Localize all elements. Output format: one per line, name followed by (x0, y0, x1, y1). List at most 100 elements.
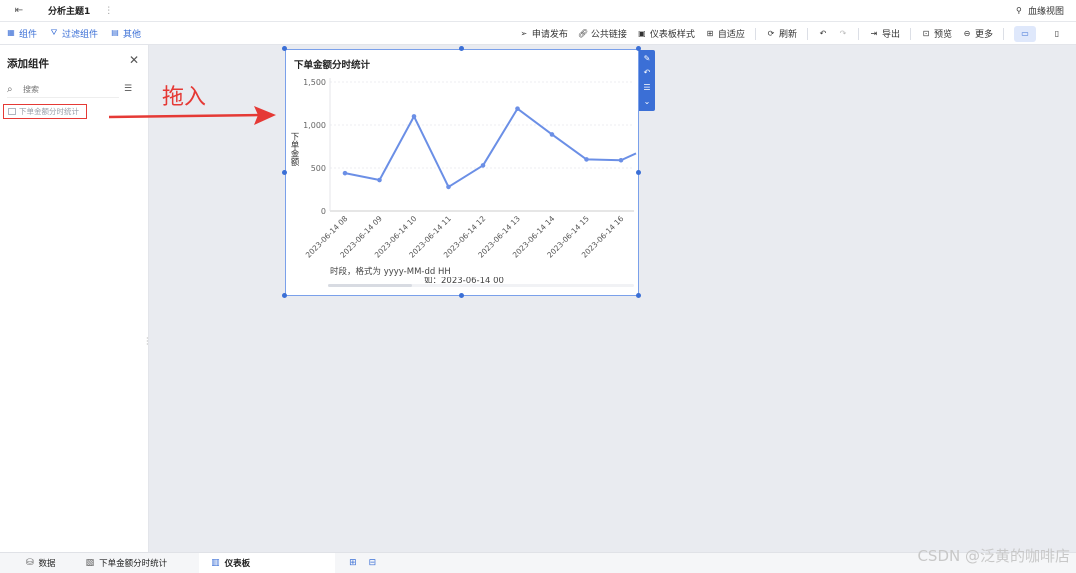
preview-button[interactable]: ⊡ 预览 (921, 27, 952, 41)
sort-filter-icon[interactable]: ☰ (124, 84, 136, 96)
more-button[interactable]: ⊖ 更多 (962, 27, 993, 41)
dashboard-style-button[interactable]: ▣ 仪表板样式 (637, 27, 695, 41)
preview-icon: ⊡ (922, 28, 930, 38)
resize-handle-b[interactable] (459, 293, 464, 298)
chart-widget[interactable]: 下单金额分时统计 0 500 1,000 1,500 下单金额 2023-06-14 08… (285, 49, 639, 296)
lineage-label: 血缘视图 (1027, 7, 1064, 17)
panel-resize-handle[interactable]: · · · (146, 335, 149, 349)
tab-dashboard[interactable]: ▥ 仪表板 (199, 552, 336, 573)
resize-handle-l[interactable] (282, 170, 287, 175)
annotation-arrow (108, 106, 276, 125)
component-label: 组件 (19, 29, 38, 40)
lineage-view-button[interactable]: ⚲ 血缘视图 (1014, 4, 1064, 18)
resize-handle-tl[interactable] (282, 46, 287, 51)
add-dashboard-icon[interactable]: ⊟ (369, 558, 377, 568)
edit-icon[interactable]: ✎ (641, 53, 653, 65)
adapt-icon: ⊞ (706, 28, 714, 38)
bottom-bar: ⛁ 数据 ▧ 下单金额分时统计 ▥ 仪表板 ⊞ ⊟ (0, 552, 1076, 573)
line-chart: 05001,0001,500下单金额2023-06-14 082023-06-1… (289, 78, 637, 260)
divider (754, 27, 756, 40)
redo-icon[interactable]: ↷ (838, 29, 848, 39)
adaptive-button[interactable]: ⊞ 自适应 (705, 27, 745, 41)
tab-chart-label: 下单金额分时统计 (99, 559, 168, 569)
tab-dashboard-label: 仪表板 (224, 559, 251, 569)
component-icon: ▦ (7, 28, 15, 37)
y-tick-label: 1,000 (303, 121, 326, 130)
filter-component-button[interactable]: ⛛ 过滤组件 (49, 27, 98, 40)
public-link-button[interactable]: 🔗︎ 公共链接 (577, 27, 627, 41)
y-axis-label: 下单金额 (289, 132, 299, 167)
export-icon: ⇥ (870, 28, 878, 38)
lineage-icon: ⚲ (1016, 5, 1022, 15)
widget-actions: ✎ ↶ ☰ ⌄ (639, 50, 655, 111)
data-point (549, 132, 555, 137)
resize-handle-bl[interactable] (282, 293, 287, 298)
export-button[interactable]: ⇥ 导出 (869, 27, 900, 41)
component-item-label: 下单金额分时统计 (19, 107, 79, 116)
divider (857, 27, 859, 40)
comment-icon[interactable]: ☰ (641, 82, 653, 94)
tooltip-line1: 时段，格式为 yyyy-MM-dd HH (330, 267, 451, 277)
component-item[interactable]: 下单金额分时统计 (3, 104, 87, 119)
other-button[interactable]: ▤ 其他 (110, 27, 141, 40)
database-icon: ⛁ (26, 558, 34, 568)
add-chart-icon[interactable]: ⊞ (349, 558, 357, 568)
undo-icon[interactable]: ↶ (641, 67, 653, 79)
data-point (480, 163, 486, 168)
send-icon: ➢ (520, 28, 528, 38)
more-vertical-icon[interactable]: ⋮ (104, 6, 113, 16)
more-icon: ⊖ (963, 28, 971, 38)
dashboard-style-label: 仪表板样式 (649, 30, 695, 40)
divider (1003, 27, 1004, 40)
link-icon: 🔗︎ (577, 28, 589, 38)
refresh-label: 刷新 (778, 30, 797, 40)
filter-component-label: 过滤组件 (62, 29, 99, 40)
exit-icon[interactable]: ⇤ (12, 4, 26, 18)
toolbar-left: ▦ 组件 ⛛ 过滤组件 ▤ 其他 (6, 27, 141, 40)
tab-data[interactable]: ⛁ 数据 (0, 553, 68, 573)
preview-label: 预览 (933, 30, 952, 40)
data-point (584, 157, 589, 162)
resize-handle-r[interactable] (636, 170, 641, 175)
toolbar: ▦ 组件 ⛛ 过滤组件 ▤ 其他 ➢ 申请发布 🔗︎ 公共链接 ▣ 仪表板样式 … (0, 22, 1076, 45)
page-title[interactable]: 分析主题1 (48, 4, 90, 17)
desktop-view-button[interactable]: ▭ (1014, 25, 1036, 42)
export-label: 导出 (881, 30, 900, 40)
y-tick-label: 500 (311, 164, 326, 173)
tooltip-line2: 如：2023-06-14 00 (424, 277, 504, 283)
other-icon: ▤ (111, 28, 119, 37)
expand-icon[interactable]: ⌄ (641, 96, 653, 108)
undo-icon[interactable]: ↶ (818, 29, 828, 39)
chart-scrollbar-thumb[interactable] (328, 284, 412, 287)
data-point (618, 157, 624, 163)
divider (806, 27, 808, 40)
data-point (515, 106, 520, 111)
refresh-button[interactable]: ⟳ 刷新 (766, 27, 797, 41)
phone-icon: ▯ (1054, 28, 1060, 38)
panel-title: 添加组件 (7, 58, 49, 70)
search-box: ⌕ (7, 82, 119, 98)
watermark: CSDN @泛黄的咖啡店 (917, 547, 1070, 565)
close-icon[interactable]: ✕ (128, 54, 140, 66)
resize-handle-br[interactable] (636, 293, 641, 298)
apply-publish-button[interactable]: ➢ 申请发布 (519, 27, 568, 41)
chart-scrollbar[interactable] (328, 284, 634, 287)
component-button[interactable]: ▦ 组件 (6, 27, 37, 40)
toolbar-right: ➢ 申请发布 🔗︎ 公共链接 ▣ 仪表板样式 ⊞ 自适应 ⟳ 刷新 ↶ ↷ ⇥ … (519, 22, 1068, 45)
data-point (342, 170, 348, 176)
y-tick-label: 0 (321, 207, 326, 216)
public-link-label: 公共链接 (590, 30, 627, 40)
resize-handle-t[interactable] (459, 46, 464, 51)
series-line (344, 107, 637, 188)
y-tick-label: 1,500 (303, 78, 326, 87)
tab-chart[interactable]: ▧ 下单金额分时统计 (74, 553, 180, 573)
mobile-view-button[interactable]: ▯ (1046, 26, 1068, 42)
refresh-icon: ⟳ (767, 28, 775, 38)
filter-icon: ⛛ (50, 28, 58, 37)
more-label: 更多 (974, 30, 993, 40)
search-icon: ⌕ (7, 84, 13, 95)
search-input[interactable] (23, 85, 113, 94)
other-label: 其他 (123, 29, 142, 40)
data-point (411, 114, 417, 119)
data-point (377, 177, 382, 183)
